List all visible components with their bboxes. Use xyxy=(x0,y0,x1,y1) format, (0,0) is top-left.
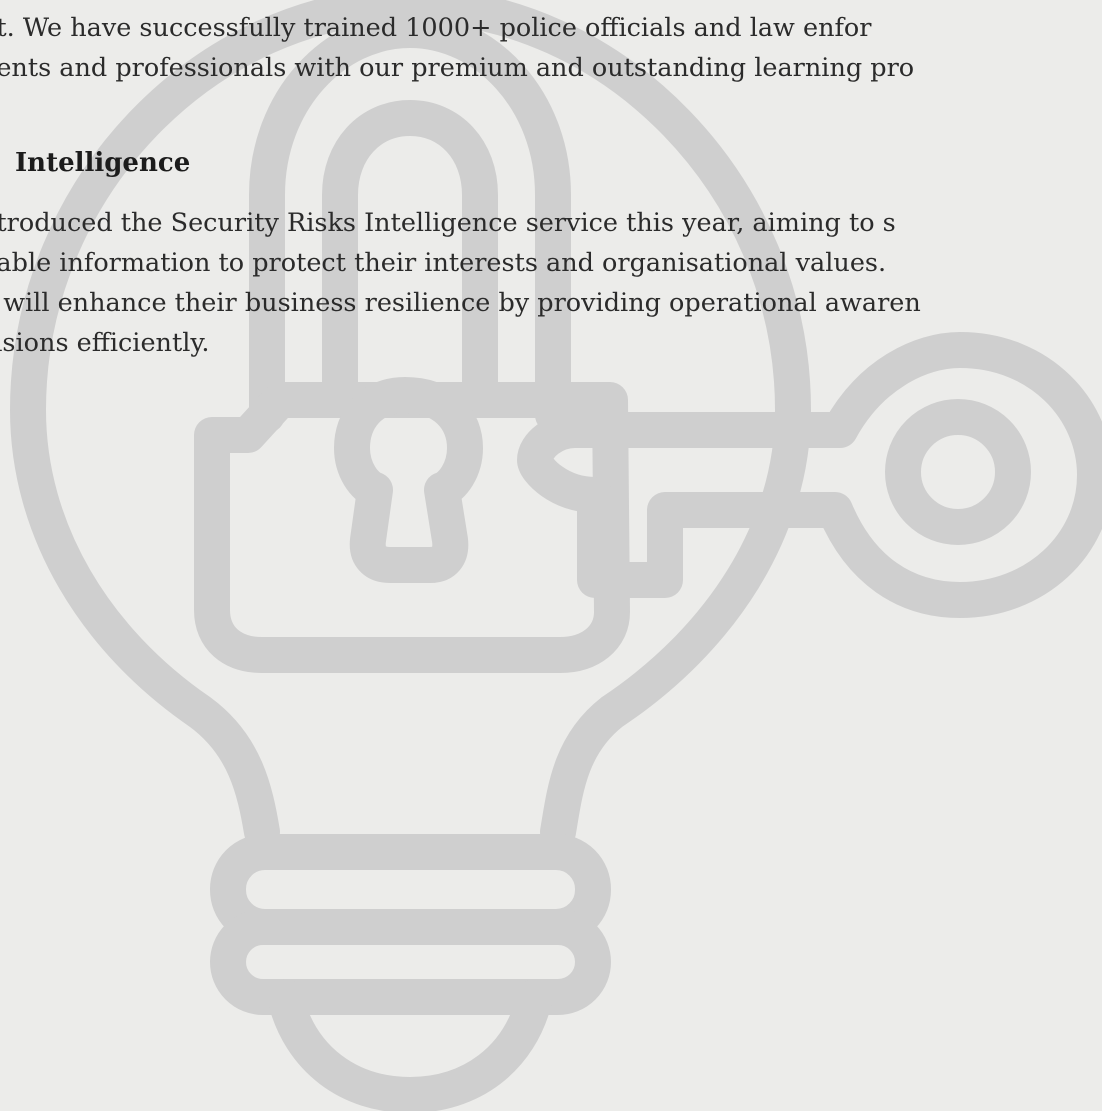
intro-line-1: nt. We have successfully trained 1000+ p… xyxy=(0,13,872,43)
section-line-2: nable information to protect their inter… xyxy=(0,248,887,278)
section-heading: Intelligence xyxy=(15,148,191,178)
section-line-1: ntroduced the Security Risks Intelligenc… xyxy=(0,208,896,238)
intro-paragraph: nt. We have successfully trained 1000+ p… xyxy=(0,8,914,88)
section-line-4: cisions efficiently. xyxy=(0,328,210,358)
key-ring xyxy=(885,399,1031,545)
section-paragraph: ntroduced the Security Risks Intelligenc… xyxy=(0,203,921,363)
keyhole xyxy=(334,377,483,583)
intro-line-2: dents and professionals with our premium… xyxy=(0,53,915,83)
section-line-3: e will enhance their business resilience… xyxy=(0,288,921,318)
